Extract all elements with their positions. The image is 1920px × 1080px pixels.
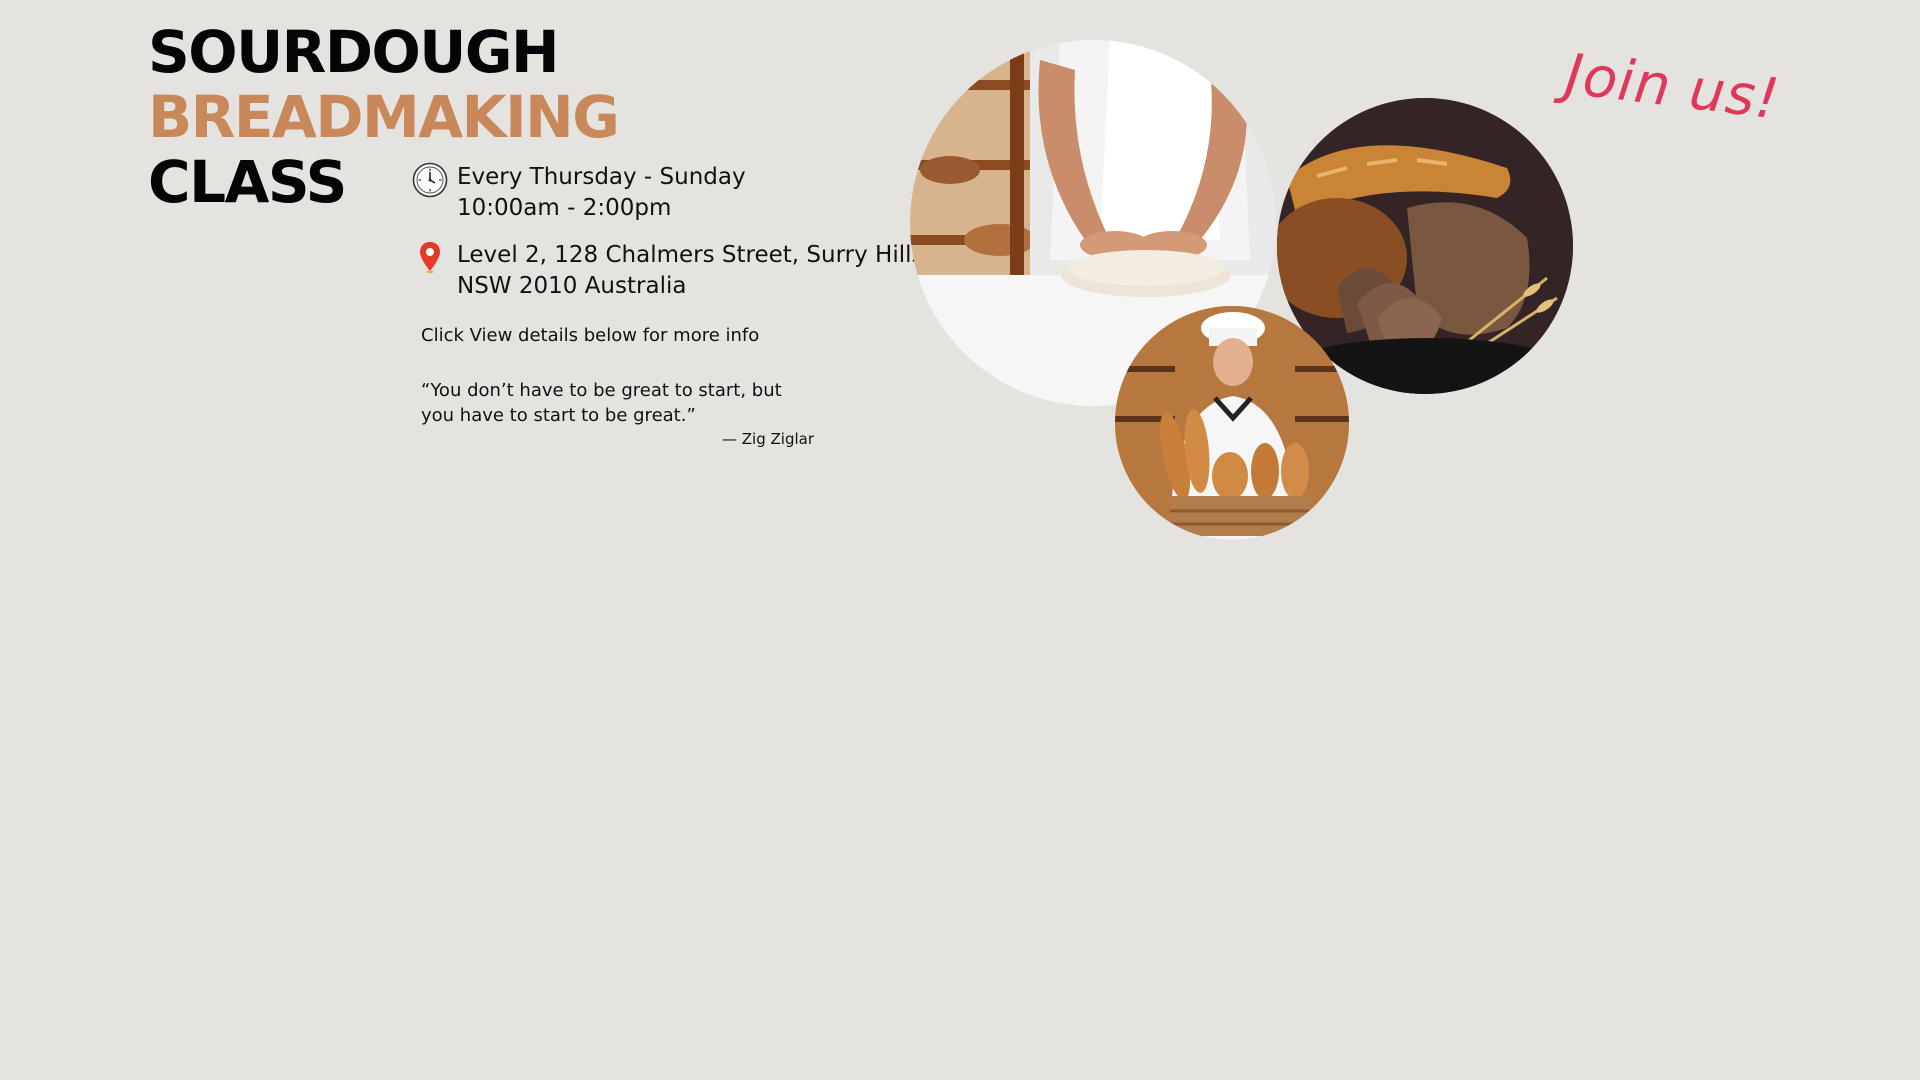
chef-with-bread-photo [1115,306,1349,540]
title-line-sourdough: SOURDOUGH [148,18,560,86]
location-line-2: NSW 2010 Australia [457,273,687,299]
quote-line-1: “You don’t have to be great to start, bu… [421,380,782,401]
quote-author: — Zig Ziglar [722,430,814,448]
schedule-days: Every Thursday - Sunday [457,164,746,190]
flyer-page: SOURDOUGH BREADMAKING CLASS Every Thursd… [0,0,1920,1080]
schedule-hours: 10:00am - 2:00pm [457,195,672,221]
quote: “You don’t have to be great to start, bu… [421,378,782,428]
clock-icon [412,162,448,198]
location-row: Level 2, 128 Chalmers Street, Surry Hill… [412,240,923,302]
details-hint: Click View details below for more info [421,325,760,346]
title-line-breadmaking: BREADMAKING [148,83,620,151]
quote-line-2: you have to start to be great.” [421,405,696,426]
schedule-row: Every Thursday - Sunday 10:00am - 2:00pm [412,162,746,224]
location-text: Level 2, 128 Chalmers Street, Surry Hill… [457,240,923,302]
join-us-text: Join us! [1562,42,1784,133]
location-line-1: Level 2, 128 Chalmers Street, Surry Hill… [457,242,924,268]
map-pin-icon [420,242,440,274]
schedule-text: Every Thursday - Sunday 10:00am - 2:00pm [457,162,746,224]
